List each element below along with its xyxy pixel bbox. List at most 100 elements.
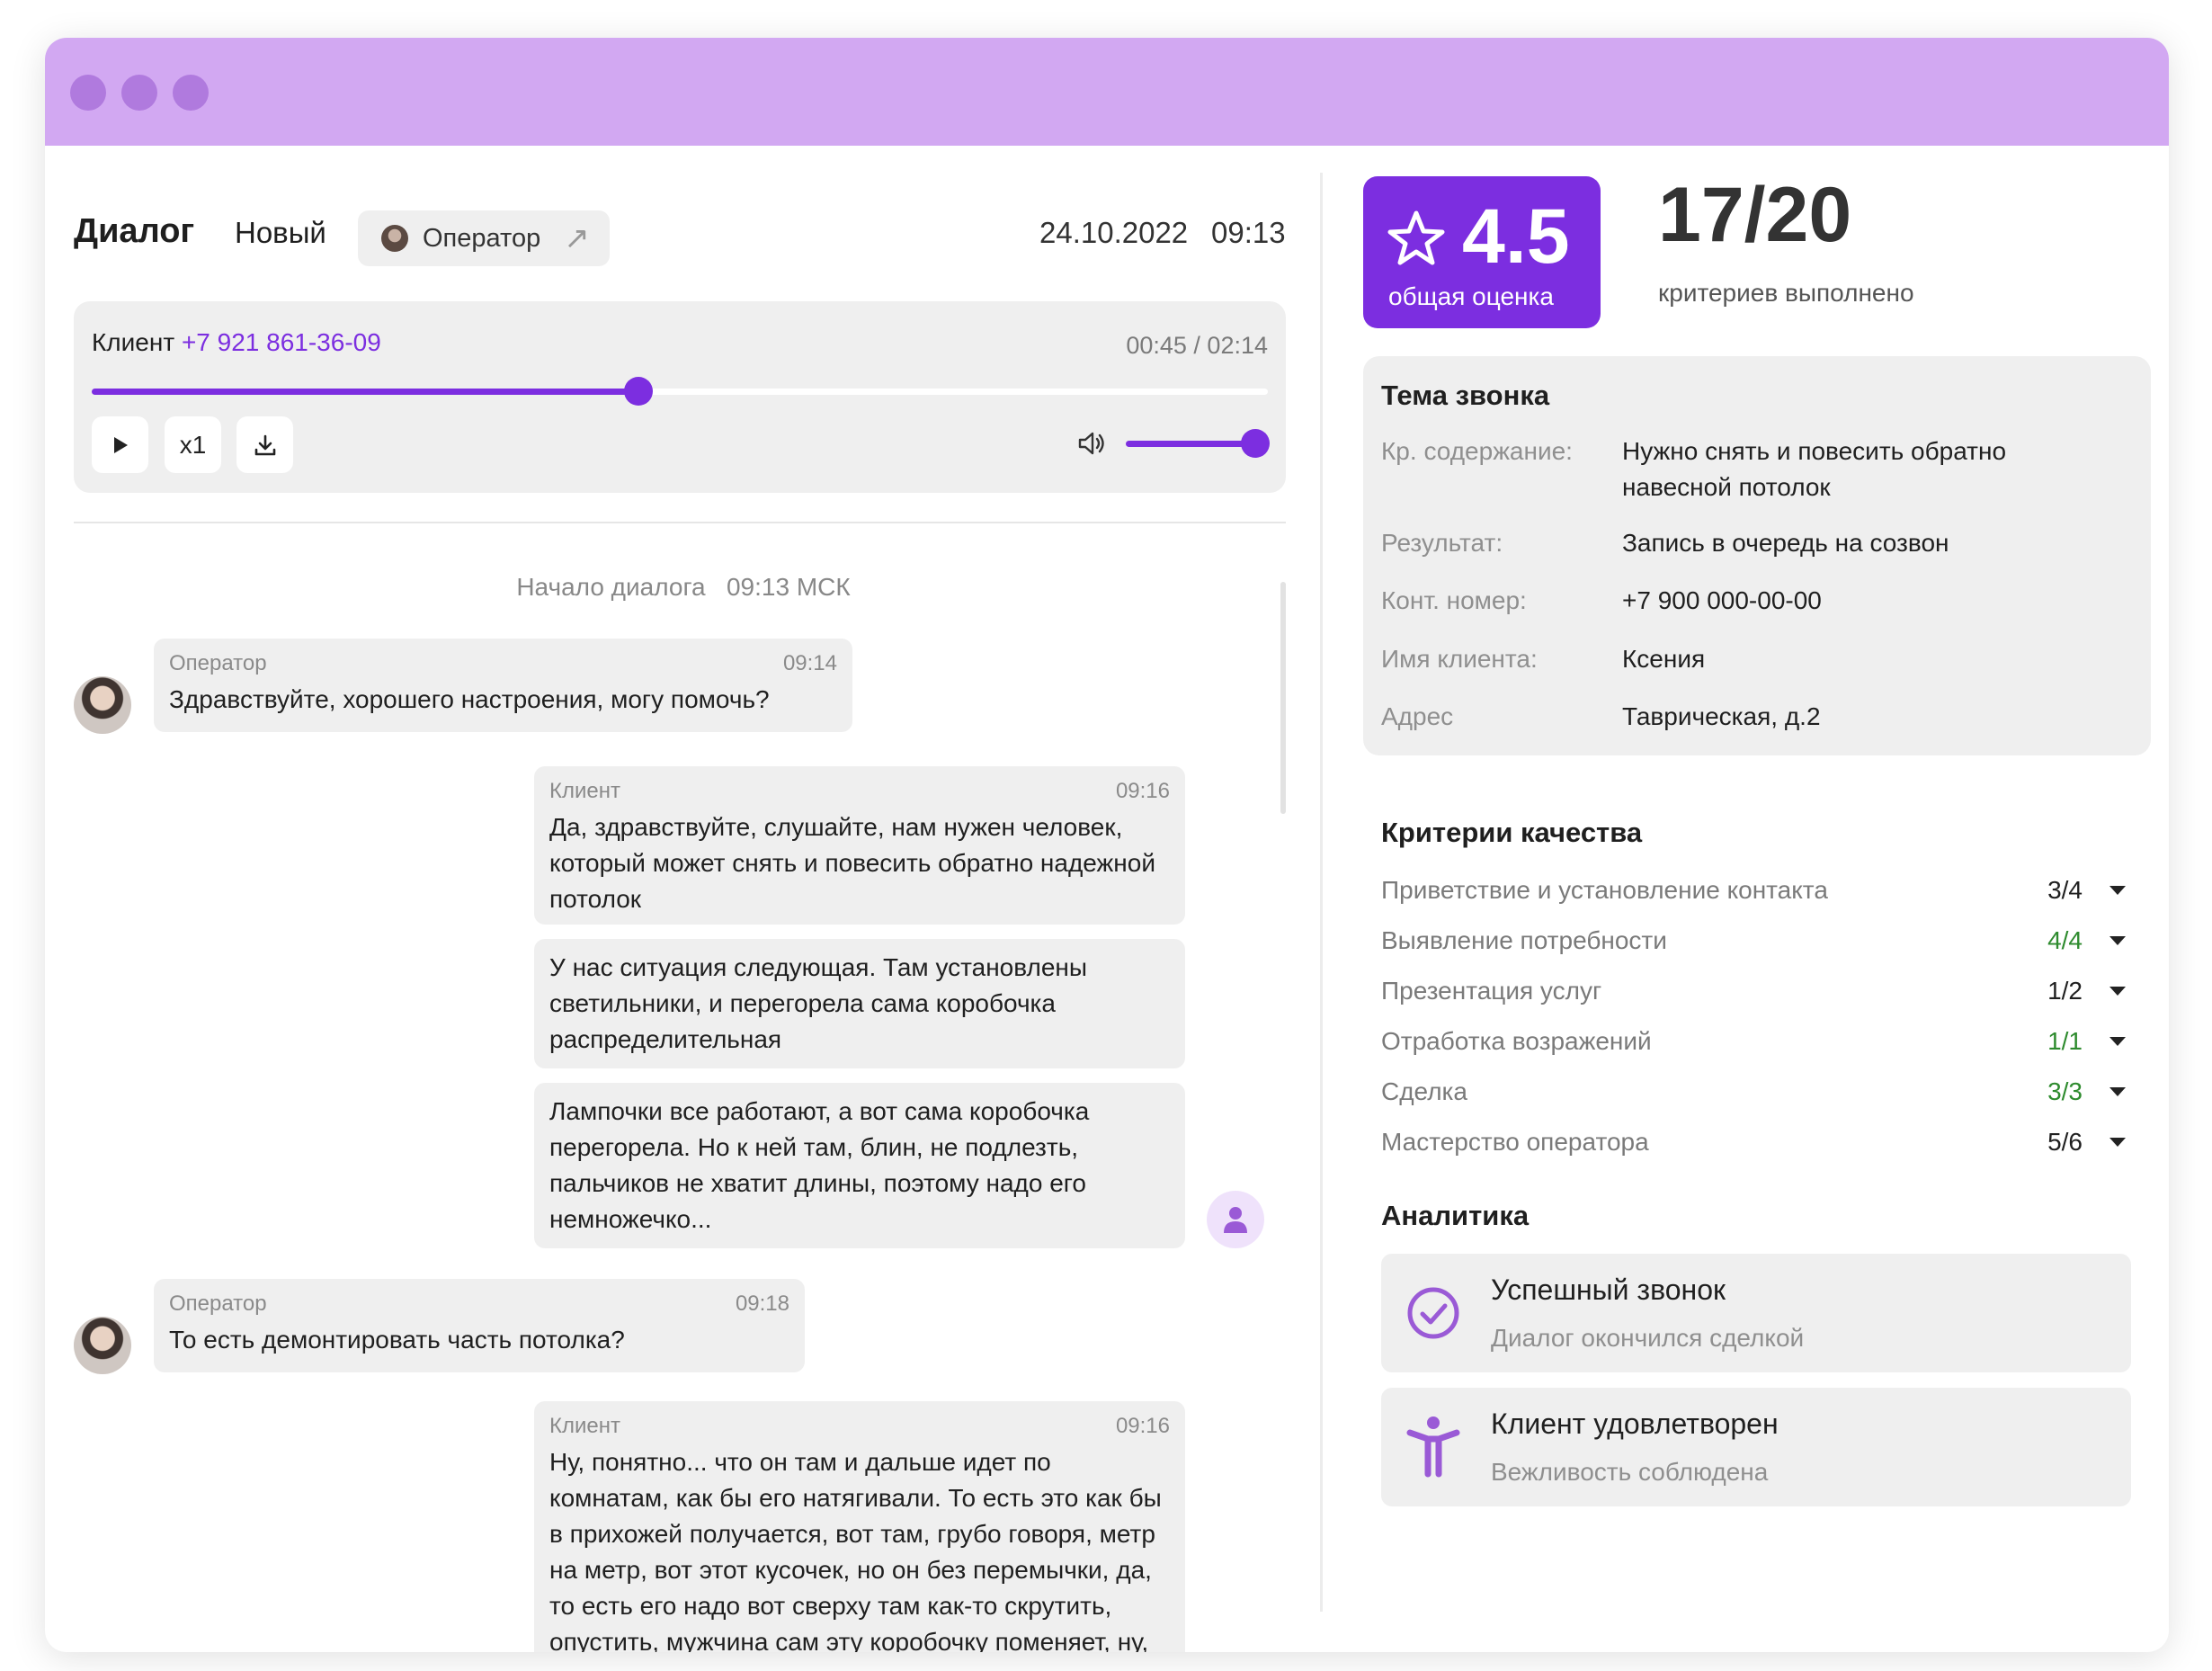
star-icon <box>1387 210 1445 265</box>
user-icon <box>1224 1207 1247 1233</box>
analytics-item-title: Успешный звонок <box>1491 1273 1726 1306</box>
operator-avatar <box>74 1317 131 1374</box>
download-button[interactable] <box>236 416 293 473</box>
message-time: 09:16 <box>1115 779 1170 803</box>
analytics-item-subtitle: Диалог окончился сделкой <box>1491 1324 1805 1352</box>
call-topic-title: Тема звонка <box>1381 380 1550 411</box>
criteria-name: Приветствие и установление контакта <box>1381 876 1828 904</box>
message-text: Лампочки все работают, а вот сама коробо… <box>549 1097 1090 1233</box>
call-topic-card: Тема звонка Кр. содержание: Нужно снять … <box>1363 356 2151 755</box>
client-phone-link[interactable]: +7 921 861-36-09 <box>182 328 381 356</box>
criteria-done-value: 17/20 <box>1658 172 1852 258</box>
topic-label-summary: Кр. содержание: <box>1381 437 1573 465</box>
volume-slider[interactable] <box>1126 429 1270 458</box>
message-time: 09:14 <box>782 651 837 675</box>
overall-score-label: общая оценка <box>1388 282 1554 310</box>
message-sender: Оператор <box>169 651 267 675</box>
criteria-score: 3/3 <box>2047 1077 2083 1105</box>
topic-label-result: Результат: <box>1381 529 1503 557</box>
arrow-up-right-icon: ↗ <box>564 221 590 255</box>
operator-avatar <box>381 225 408 252</box>
criteria-row[interactable]: Сделка 3/3 <box>1381 1074 2127 1110</box>
window-minimize-dot[interactable] <box>121 75 157 111</box>
criteria-name: Презентация услуг <box>1381 977 1602 1005</box>
message-sender: Клиент <box>549 1414 620 1438</box>
topic-label-phone: Конт. номер: <box>1381 586 1527 614</box>
analytics-card-client-satisfied: Клиент удовлетворен Вежливость соблюдена <box>1381 1388 2131 1506</box>
speed-button[interactable]: x1 <box>165 416 221 473</box>
analytics-item-subtitle: Вежливость соблюдена <box>1491 1458 1769 1486</box>
criteria-done-label: критериев выполнено <box>1658 279 1914 307</box>
play-icon <box>113 436 128 453</box>
criteria-row[interactable]: Выявление потребности 4/4 <box>1381 923 2127 959</box>
progress-handle[interactable] <box>624 377 653 406</box>
dialog-start-time: 09:13 МСК <box>726 573 851 601</box>
message-time: 09:16 <box>1115 1414 1170 1438</box>
dialog-start-marker: Начало диалога 09:13 МСК <box>45 573 1322 602</box>
operator-chip[interactable]: Оператор ↗ <box>358 210 610 266</box>
play-button[interactable] <box>92 416 148 473</box>
message-time: 09:18 <box>735 1291 789 1316</box>
criteria-score: 1/1 <box>2047 1027 2083 1055</box>
chat-message-operator: Оператор 09:18 То есть демонтировать част… <box>154 1279 805 1372</box>
chat-message-client: У нас ситуация следующая. Там установлен… <box>534 939 1185 1068</box>
message-sender: Оператор <box>169 1291 267 1316</box>
overall-score-value: 4.5 <box>1462 193 1570 280</box>
chevron-down-icon[interactable] <box>2109 1138 2126 1147</box>
criteria-row[interactable]: Презентация услуг 1/2 <box>1381 973 2127 1009</box>
chat-message-client: Клиент 09:16 Да, здравствуйте, слушайте, … <box>534 766 1185 925</box>
progress-track[interactable] <box>92 377 1268 406</box>
criteria-row[interactable]: Мастерство оператора 5/6 <box>1381 1124 2127 1160</box>
message-text: Здравствуйте, хорошего настроения, могу … <box>169 685 770 713</box>
download-icon <box>254 434 275 455</box>
window-titlebar <box>45 38 2169 146</box>
chevron-down-icon[interactable] <box>2109 1037 2126 1046</box>
quality-criteria-title: Критерии качества <box>1381 817 1643 848</box>
criteria-score: 1/2 <box>2047 977 2083 1005</box>
criteria-score: 4/4 <box>2047 926 2083 954</box>
topic-value-result: Запись в очередь на созвон <box>1622 529 1949 557</box>
topic-label-client-name: Имя клиента: <box>1381 645 1538 673</box>
page-title: Диалог <box>74 212 195 250</box>
operator-avatar <box>74 676 131 734</box>
analytics-item-title: Клиент удовлетворен <box>1491 1407 1779 1440</box>
message-text: Да, здравствуйте, слушайте, нам нужен че… <box>549 813 1155 913</box>
chevron-down-icon[interactable] <box>2109 1087 2126 1096</box>
section-divider <box>74 522 1286 523</box>
criteria-name: Отработка возражений <box>1381 1027 1652 1055</box>
chat-message-client: Клиент 09:16 Ну, понятно... что он там и … <box>534 1401 1185 1652</box>
chat-message-client: Лампочки все работают, а вот сама коробо… <box>534 1083 1185 1248</box>
dialog-panel: Диалог Новый Оператор ↗ 24.10.2022 09:13… <box>45 146 1322 1652</box>
criteria-row[interactable]: Отработка возражений 1/1 <box>1381 1023 2127 1059</box>
volume-icon[interactable] <box>1076 430 1107 461</box>
window-close-dot[interactable] <box>70 75 106 111</box>
player-client-line: Клиент +7 921 861-36-09 <box>92 328 381 357</box>
audio-player: Клиент +7 921 861-36-09 00:45 / 02:14 x1 <box>74 301 1286 493</box>
topic-value-address: Таврическая, д.2 <box>1622 702 1821 730</box>
window-maximize-dot[interactable] <box>173 75 209 111</box>
topic-value-client-name: Ксения <box>1622 645 1706 673</box>
person-arms-up-icon <box>1406 1416 1460 1478</box>
overall-score-card: 4.5 общая оценка <box>1363 176 1601 328</box>
message-text: У нас ситуация следующая. Там установлен… <box>549 953 1087 1053</box>
client-label: Клиент <box>92 328 175 356</box>
chevron-down-icon[interactable] <box>2109 886 2126 895</box>
criteria-score: 3/4 <box>2047 876 2083 904</box>
chat-scrollbar[interactable] <box>1280 582 1286 814</box>
chevron-down-icon[interactable] <box>2109 987 2126 996</box>
criteria-score: 5/6 <box>2047 1128 2083 1156</box>
criteria-name: Сделка <box>1381 1077 1467 1105</box>
dialog-date: 24.10.2022 <box>1039 216 1189 249</box>
volume-handle[interactable] <box>1241 429 1270 458</box>
topic-value-summary: Нужно снять и повесить обратно навесной … <box>1622 437 2007 501</box>
topic-label-address: Адрес <box>1381 702 1454 730</box>
message-sender: Клиент <box>549 779 620 803</box>
criteria-row[interactable]: Приветствие и установление контакта 3/4 <box>1381 872 2127 908</box>
operator-chip-label: Оператор <box>423 223 541 253</box>
playback-time: 00:45 / 02:14 <box>1126 332 1268 359</box>
chevron-down-icon[interactable] <box>2109 936 2126 945</box>
criteria-name: Мастерство оператора <box>1381 1128 1649 1156</box>
app-window: Диалог Новый Оператор ↗ 24.10.2022 09:13… <box>45 38 2169 1652</box>
summary-panel: 4.5 общая оценка 17/20 критериев выполне… <box>1322 146 2169 1652</box>
analytics-card-successful-call: Успешный звонок Диалог окончился сделкой <box>1381 1254 2131 1372</box>
